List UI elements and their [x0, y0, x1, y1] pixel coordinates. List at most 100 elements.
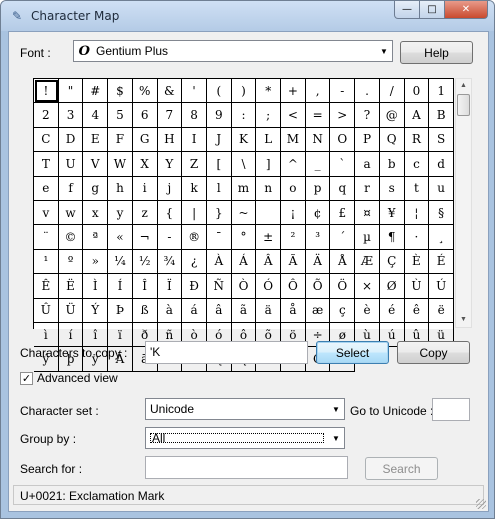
advanced-view-label[interactable]: Advanced view	[37, 371, 118, 385]
char-cell[interactable]: D	[58, 127, 84, 153]
char-cell[interactable]: ¬	[132, 225, 158, 250]
char-cell[interactable]: «	[108, 225, 133, 250]
char-cell[interactable]: ¡	[281, 200, 306, 226]
char-cell[interactable]: =	[305, 103, 331, 128]
char-cell[interactable]: H	[157, 127, 183, 153]
char-cell[interactable]: 3	[58, 103, 84, 128]
char-cell[interactable]: ê	[404, 298, 430, 323]
char-cell[interactable]: $	[108, 79, 133, 104]
char-cell[interactable]: »	[83, 249, 109, 275]
char-cell[interactable]: Ö	[330, 274, 356, 299]
char-cell[interactable]: &	[157, 79, 183, 104]
grid-scrollbar[interactable]: ▲ ▼	[455, 78, 472, 328]
char-cell[interactable]: L	[256, 127, 282, 153]
char-cell[interactable]: x	[83, 200, 109, 226]
char-cell[interactable]: S	[429, 127, 454, 153]
char-cell[interactable]: p	[305, 176, 331, 201]
char-cell[interactable]: æ	[305, 298, 331, 323]
char-cell[interactable]: }	[206, 200, 232, 226]
char-cell[interactable]: Å	[330, 249, 356, 275]
char-cell[interactable]: ï	[108, 322, 133, 348]
char-cell[interactable]: E	[83, 127, 109, 153]
char-cell[interactable]: e	[34, 176, 59, 201]
char-cell[interactable]: A	[404, 103, 430, 128]
char-cell[interactable]: ;	[256, 103, 282, 128]
char-cell[interactable]: Ô	[281, 274, 306, 299]
char-cell[interactable]: `	[330, 152, 356, 177]
char-cell[interactable]: v	[34, 200, 59, 226]
char-cell[interactable]: 4	[83, 103, 109, 128]
char-cell[interactable]: B	[429, 103, 454, 128]
char-cell[interactable]: Y	[157, 152, 183, 177]
char-cell[interactable]: ¹	[34, 249, 59, 275]
char-cell[interactable]: d	[429, 152, 454, 177]
search-button[interactable]: Search	[365, 457, 438, 480]
char-cell[interactable]: Ì	[83, 274, 109, 299]
char-cell[interactable]: t	[404, 176, 430, 201]
char-cell[interactable]: !	[34, 79, 59, 104]
maximize-button[interactable]: □	[420, 1, 445, 19]
char-cell[interactable]: J	[206, 127, 232, 153]
char-cell[interactable]: l	[206, 176, 232, 201]
char-cell[interactable]: Ê	[34, 274, 59, 299]
char-cell[interactable]: î	[83, 322, 109, 348]
char-cell[interactable]	[256, 200, 282, 226]
char-cell[interactable]: ·	[404, 225, 430, 250]
char-cell[interactable]: (	[206, 79, 232, 104]
char-cell[interactable]: j	[157, 176, 183, 201]
goto-unicode-field[interactable]	[432, 398, 470, 421]
char-cell[interactable]: ±	[256, 225, 282, 250]
char-cell[interactable]: ã	[231, 298, 257, 323]
character-grid[interactable]: ! " # $% & '() * +, -./0 1 2 3 4 5 6 7 8 9:; < = >? @ A B C D E F G H…	[33, 78, 454, 372]
char-cell[interactable]: f	[58, 176, 84, 201]
char-cell[interactable]: i	[132, 176, 158, 201]
char-cell[interactable]: É	[429, 249, 454, 275]
char-cell[interactable]: ¦	[404, 200, 430, 226]
char-cell[interactable]: m	[231, 176, 257, 201]
char-cell[interactable]: W	[108, 152, 133, 177]
char-cell[interactable]: ä	[256, 298, 282, 323]
characters-to-copy-field[interactable]: 'K	[145, 341, 308, 364]
char-cell[interactable]: Â	[256, 249, 282, 275]
char-cell[interactable]: 6	[132, 103, 158, 128]
char-cell[interactable]: /	[379, 79, 405, 104]
char-cell[interactable]: ×	[355, 274, 380, 299]
char-cell[interactable]: V	[83, 152, 109, 177]
char-cell[interactable]: C	[34, 127, 59, 153]
char-cell[interactable]: M	[281, 127, 306, 153]
char-cell[interactable]: í	[58, 322, 84, 348]
char-cell[interactable]: >	[330, 103, 356, 128]
char-cell[interactable]: Q	[379, 127, 405, 153]
char-cell[interactable]: o	[281, 176, 306, 201]
char-cell[interactable]: G	[132, 127, 158, 153]
char-cell[interactable]: 1	[429, 79, 454, 104]
char-cell[interactable]: Ù	[404, 274, 430, 299]
char-cell[interactable]: {	[157, 200, 183, 226]
char-cell[interactable]: %	[132, 79, 158, 104]
char-cell[interactable]: ì	[34, 322, 59, 348]
char-cell[interactable]: #	[83, 79, 109, 104]
char-cell[interactable]: Ó	[256, 274, 282, 299]
char-cell[interactable]: 8	[182, 103, 207, 128]
char-cell[interactable]: Á	[231, 249, 257, 275]
char-cell[interactable]: £	[330, 200, 356, 226]
char-cell[interactable]: Õ	[305, 274, 331, 299]
char-cell[interactable]: ³	[305, 225, 331, 250]
char-cell[interactable]: ¯	[206, 225, 232, 250]
char-cell[interactable]: ¶	[379, 225, 405, 250]
close-button[interactable]: ✕	[445, 1, 488, 19]
char-cell[interactable]: Ï	[157, 274, 183, 299]
search-field[interactable]	[145, 456, 348, 479]
char-cell[interactable]: ¤	[355, 200, 380, 226]
char-cell[interactable]: 5	[108, 103, 133, 128]
char-cell[interactable]: ¢	[305, 200, 331, 226]
char-cell[interactable]: ½	[132, 249, 158, 275]
char-cell[interactable]: ¨	[34, 225, 59, 250]
scroll-up-icon[interactable]: ▲	[456, 79, 471, 93]
copy-button[interactable]: Copy	[397, 341, 470, 364]
font-dropdown[interactable]: O Gentium Plus ▼	[73, 40, 393, 62]
char-cell[interactable]: K	[231, 127, 257, 153]
char-cell[interactable]: Ý	[83, 298, 109, 323]
char-cell[interactable]: O	[330, 127, 356, 153]
char-cell[interactable]: g	[83, 176, 109, 201]
